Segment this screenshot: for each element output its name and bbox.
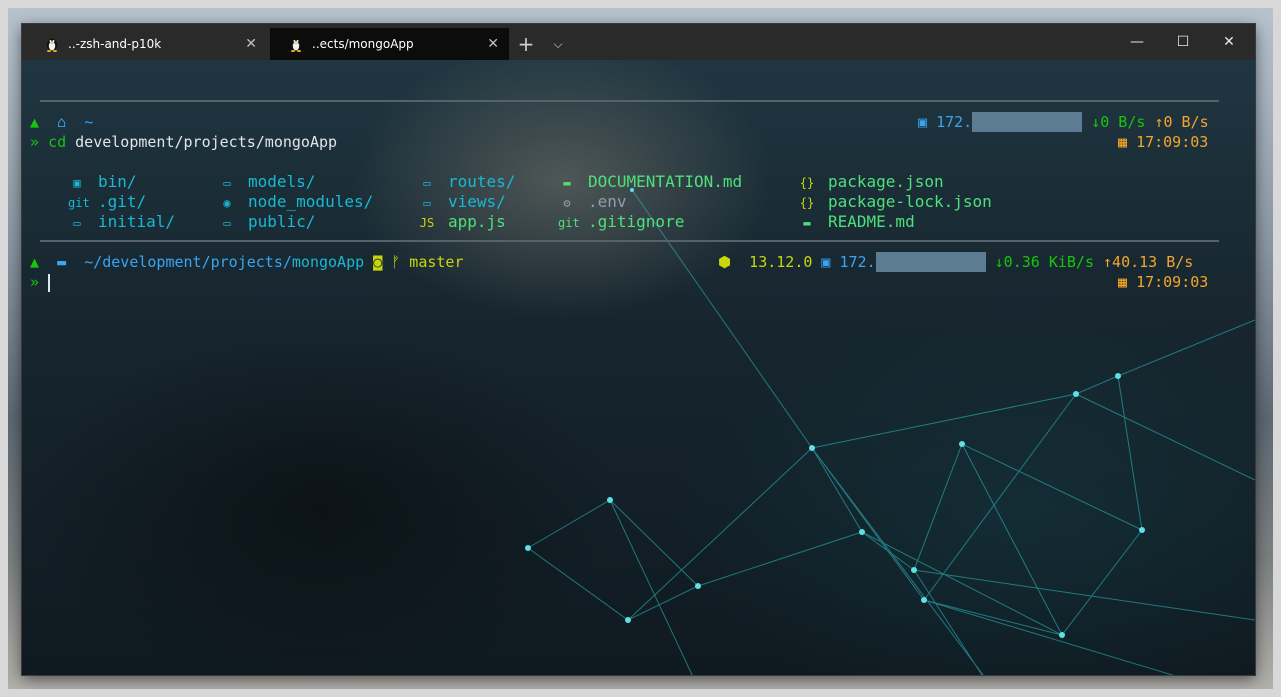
- tab-close-icon[interactable]: ✕: [245, 36, 257, 52]
- branch-icon: ᚠ: [391, 253, 401, 271]
- list-item: ▭ public/: [218, 212, 315, 231]
- close-window-button[interactable]: ✕: [1206, 24, 1252, 60]
- list-item: ▬ README.md: [798, 212, 914, 231]
- network-icon: ▣: [918, 113, 928, 131]
- network-status: ▣ 172. ↓0 B/s ↑0 B/s: [918, 112, 1209, 132]
- list-item: git .git/: [68, 192, 147, 211]
- markdown-icon: ▬: [803, 216, 811, 230]
- prompt-arrow: »: [30, 273, 40, 291]
- network-icon: ▣: [821, 253, 831, 271]
- os-icon: ▲: [30, 253, 40, 271]
- terminal-window: ..-zsh-and-p10k ✕ ..ects/mongoApp ✕ + ⌵ …: [22, 24, 1255, 675]
- network-wallpaper: [525, 188, 1255, 675]
- path-prefix: ~/development/projects/: [84, 253, 292, 271]
- command-line-2[interactable]: »: [30, 272, 51, 292]
- clock-2: ▦ 17:09:03: [1118, 272, 1208, 292]
- list-item: ▭ views/: [418, 192, 505, 211]
- tab-dropdown-button[interactable]: ⌵: [544, 28, 572, 60]
- new-tab-button[interactable]: +: [512, 28, 540, 60]
- list-item: JS app.js: [419, 212, 506, 231]
- upload-rate: ↑0 B/s: [1154, 113, 1209, 131]
- minimize-button[interactable]: —: [1114, 24, 1160, 60]
- maximize-button[interactable]: ☐: [1160, 24, 1206, 60]
- title-bar: ..-zsh-and-p10k ✕ ..ects/mongoApp ✕ + ⌵ …: [22, 24, 1255, 60]
- prompt-separator: [40, 100, 1219, 102]
- download-rate: ↓0.36 KiB/s: [994, 253, 1094, 271]
- clock-icon: ▦: [1118, 273, 1128, 291]
- git-icon: git: [68, 196, 90, 210]
- command-line-1: » cd development/projects/mongoApp: [30, 132, 337, 152]
- prompt-arrow: »: [30, 133, 40, 151]
- text-cursor: [48, 273, 51, 292]
- clock-icon: ▦: [1118, 133, 1128, 151]
- ip-redacted: [972, 112, 1083, 132]
- list-item: ▭ initial/: [68, 212, 175, 231]
- clock-1: ▦ 17:09:03: [1118, 132, 1208, 152]
- json-icon: {}: [799, 196, 815, 210]
- time: 17:09:03: [1136, 273, 1209, 291]
- folder-icon: ▭: [223, 176, 231, 190]
- command-argument: development/projects/mongoApp: [75, 133, 338, 151]
- git-branch: master: [409, 253, 464, 271]
- list-item: ⚙ .env: [558, 192, 626, 211]
- list-item: ▭ routes/: [418, 172, 515, 191]
- time: 17:09:03: [1136, 133, 1209, 151]
- upload-rate: ↑40.13 B/s: [1103, 253, 1194, 271]
- json-icon: {}: [799, 176, 815, 190]
- folder-icon: ▭: [73, 216, 81, 230]
- list-item: ◉ node_modules/: [218, 192, 373, 211]
- folder-icon: ▣: [73, 176, 81, 190]
- linux-tux-icon: [47, 38, 57, 52]
- list-item: {} package.json: [799, 172, 944, 191]
- prompt-line-2: ▲ ▬ ~/development/projects/mongoApp ◙ ᚠ …: [30, 252, 463, 272]
- node-icon: ◉: [223, 196, 231, 210]
- list-item: ▭ models/: [218, 172, 315, 191]
- list-item: git .gitignore: [558, 212, 685, 231]
- ip-address: 172.: [839, 253, 876, 271]
- ip-address: 172.: [936, 113, 973, 131]
- prompt-dir: ~: [84, 113, 94, 131]
- home-icon: ⌂: [57, 113, 67, 131]
- js-icon: JS: [419, 216, 435, 230]
- list-item: ▣ bin/: [68, 172, 136, 191]
- folder-icon: ▭: [423, 196, 431, 210]
- list-item: {} package-lock.json: [799, 192, 992, 211]
- linux-tux-icon: [291, 38, 301, 52]
- tab-label: ..ects/mongoApp: [312, 37, 414, 51]
- folder-icon: ▭: [423, 176, 431, 190]
- prompt-line-1: ▲ ⌂ ~: [30, 112, 93, 132]
- prompt-separator: [40, 240, 1219, 242]
- github-icon: ◙: [373, 253, 383, 271]
- terminal-pane[interactable]: ▲ ⌂ ~ ▣ 172. ↓0 B/s ↑0 B/s » cd developm…: [22, 60, 1255, 675]
- download-rate: ↓0 B/s: [1091, 113, 1146, 131]
- git-icon: git: [558, 216, 580, 230]
- node-icon: ⬢: [718, 253, 732, 271]
- tab-zsh-and-p10k[interactable]: ..-zsh-and-p10k ✕: [26, 28, 267, 60]
- folder-icon: ▭: [223, 216, 231, 230]
- folder-icon: ▬: [57, 253, 67, 271]
- prompt-right-2: ⬢ 13.12.0 ▣ 172. ↓0.36 KiB/s ↑40.13 B/s: [718, 252, 1193, 272]
- list-item: ▬ DOCUMENTATION.md: [558, 172, 742, 191]
- tab-close-icon[interactable]: ✕: [487, 36, 499, 52]
- node-version: 13.12.0: [749, 253, 813, 271]
- path-current: mongoApp: [291, 253, 365, 271]
- tab-mongoapp[interactable]: ..ects/mongoApp ✕: [270, 28, 509, 60]
- command: cd: [48, 133, 67, 151]
- markdown-icon: ▬: [563, 176, 571, 190]
- os-icon: ▲: [30, 113, 40, 131]
- tab-label: ..-zsh-and-p10k: [68, 37, 162, 51]
- env-icon: ⚙: [563, 196, 571, 210]
- ip-redacted: [875, 252, 986, 272]
